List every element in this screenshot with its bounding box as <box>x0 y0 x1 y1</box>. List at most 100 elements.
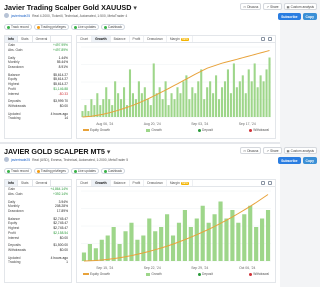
chart-tab-5[interactable]: Margin NEW <box>167 36 193 42</box>
subscribe-button[interactable]: Subscribe <box>278 13 301 20</box>
chip-1[interactable]: Trading privileges <box>33 24 69 30</box>
growth-bar[interactable] <box>137 81 140 117</box>
growth-bar[interactable] <box>173 99 176 117</box>
settings-icon[interactable] <box>261 37 265 41</box>
growth-bar[interactable] <box>226 69 229 117</box>
legend-item[interactable]: Withdrawal <box>249 272 269 276</box>
growth-bar[interactable] <box>84 105 87 117</box>
tab-0[interactable]: Info <box>5 180 19 186</box>
legend-item[interactable]: Growth <box>146 128 162 132</box>
copy-button[interactable]: Copy <box>302 13 317 20</box>
growth-bar[interactable] <box>158 87 161 117</box>
avatar[interactable] <box>4 157 9 162</box>
fullscreen-icon[interactable] <box>268 37 272 41</box>
subscribe-button[interactable]: Subscribe <box>278 157 301 164</box>
chart-tab-1[interactable]: Growth <box>92 36 111 42</box>
chart-tab-4[interactable]: Drawdown <box>144 180 167 186</box>
growth-bar[interactable] <box>236 222 241 261</box>
tab-2[interactable]: General <box>33 36 52 42</box>
growth-bar[interactable] <box>135 239 140 261</box>
growth-bar[interactable] <box>218 99 221 117</box>
growth-bar[interactable] <box>81 252 87 262</box>
growth-bar[interactable] <box>191 87 194 117</box>
growth-bar[interactable] <box>147 218 152 262</box>
copy-button[interactable]: Copy <box>302 157 317 164</box>
avatar[interactable] <box>4 13 9 18</box>
growth-bar[interactable] <box>197 81 200 117</box>
chevron-down-icon[interactable]: ▾ <box>107 147 111 156</box>
growth-bar[interactable] <box>220 87 224 117</box>
growth-bar[interactable] <box>218 201 223 262</box>
chart-tab-0[interactable]: Chart <box>77 36 93 42</box>
author-link[interactable]: javiertrade25 <box>11 158 30 162</box>
chip-3[interactable]: Cashback <box>100 24 126 30</box>
growth-bar[interactable] <box>194 218 199 262</box>
growth-bar[interactable] <box>152 63 155 117</box>
growth-bar[interactable] <box>140 93 143 117</box>
growth-bar[interactable] <box>105 87 108 117</box>
growth-bar[interactable] <box>155 93 158 117</box>
top-button-1[interactable]: ↗ Share <box>263 147 282 154</box>
growth-bar[interactable] <box>248 205 253 261</box>
growth-bar[interactable] <box>128 69 132 117</box>
growth-bar[interactable] <box>105 235 110 262</box>
chip-0[interactable]: Track record <box>4 168 32 174</box>
growth-chart-svg[interactable]: Sep 15, '24 Sep 22, '24 Sep 29, '24 Oct 06,… <box>77 187 275 271</box>
growth-bar[interactable] <box>141 235 146 262</box>
growth-bar[interactable] <box>120 99 123 117</box>
tab-1[interactable]: Stats <box>18 36 33 42</box>
growth-bar[interactable] <box>99 239 104 261</box>
growth-bar[interactable] <box>170 235 176 262</box>
signal-title[interactable]: JAVIER GOLD SCALPER MT5 ▾ <box>4 147 111 156</box>
growth-bar[interactable] <box>165 214 170 261</box>
legend-item[interactable]: Deposit <box>198 128 213 132</box>
growth-bar[interactable] <box>185 75 188 117</box>
chevron-down-icon[interactable]: ▾ <box>133 3 137 12</box>
growth-bar[interactable] <box>215 75 218 117</box>
growth-bar[interactable] <box>256 87 259 117</box>
legend-item[interactable]: Equity Growth <box>83 272 110 276</box>
growth-bar[interactable] <box>235 87 238 117</box>
top-button-1[interactable]: ↗ Share <box>263 3 282 10</box>
growth-bar[interactable] <box>242 214 247 261</box>
growth-bar[interactable] <box>247 69 250 117</box>
growth-bar[interactable] <box>209 81 212 117</box>
growth-bar[interactable] <box>117 93 120 117</box>
growth-bar[interactable] <box>224 218 229 262</box>
growth-bar[interactable] <box>253 63 256 117</box>
growth-bar[interactable] <box>203 99 206 117</box>
growth-bar[interactable] <box>170 93 173 117</box>
equity-growth-line[interactable] <box>82 50 270 118</box>
legend-item[interactable]: Deposit <box>198 272 213 276</box>
growth-bar[interactable] <box>153 231 158 261</box>
chart-tab-3[interactable]: Profit <box>130 180 145 186</box>
growth-bar[interactable] <box>194 93 197 117</box>
legend-item[interactable]: Equity Growth <box>83 128 110 132</box>
growth-bar[interactable] <box>179 93 182 117</box>
legend-item[interactable]: Growth <box>146 272 162 276</box>
growth-bar[interactable] <box>90 99 93 117</box>
settings-icon[interactable] <box>261 181 265 185</box>
growth-bar[interactable] <box>238 81 241 117</box>
growth-bar[interactable] <box>229 93 232 117</box>
growth-bar[interactable] <box>93 248 98 261</box>
growth-bar[interactable] <box>96 93 99 117</box>
top-button-2[interactable]: ▦ Custom analysis <box>283 3 317 10</box>
chip-3[interactable]: Cashback <box>100 168 126 174</box>
growth-bar[interactable] <box>182 210 187 261</box>
chip-1[interactable]: Trading privileges <box>33 168 69 174</box>
growth-bar[interactable] <box>241 75 244 117</box>
growth-bar[interactable] <box>260 218 265 262</box>
growth-bar[interactable] <box>200 205 205 261</box>
chart-tab-2[interactable]: Balance <box>111 36 130 42</box>
chart-tab-1[interactable]: Growth <box>92 180 111 186</box>
growth-bar[interactable] <box>206 87 209 117</box>
chip-0[interactable]: Track record <box>4 24 32 30</box>
growth-bar[interactable] <box>81 111 84 117</box>
growth-bar[interactable] <box>143 87 146 117</box>
growth-bar[interactable] <box>161 99 164 117</box>
legend-item[interactable]: Withdrawal <box>249 128 269 132</box>
chart-tab-5[interactable]: Margin NEW <box>167 180 193 186</box>
growth-bar[interactable] <box>259 75 262 117</box>
top-button-2[interactable]: ▦ Custom analysis <box>283 147 317 154</box>
